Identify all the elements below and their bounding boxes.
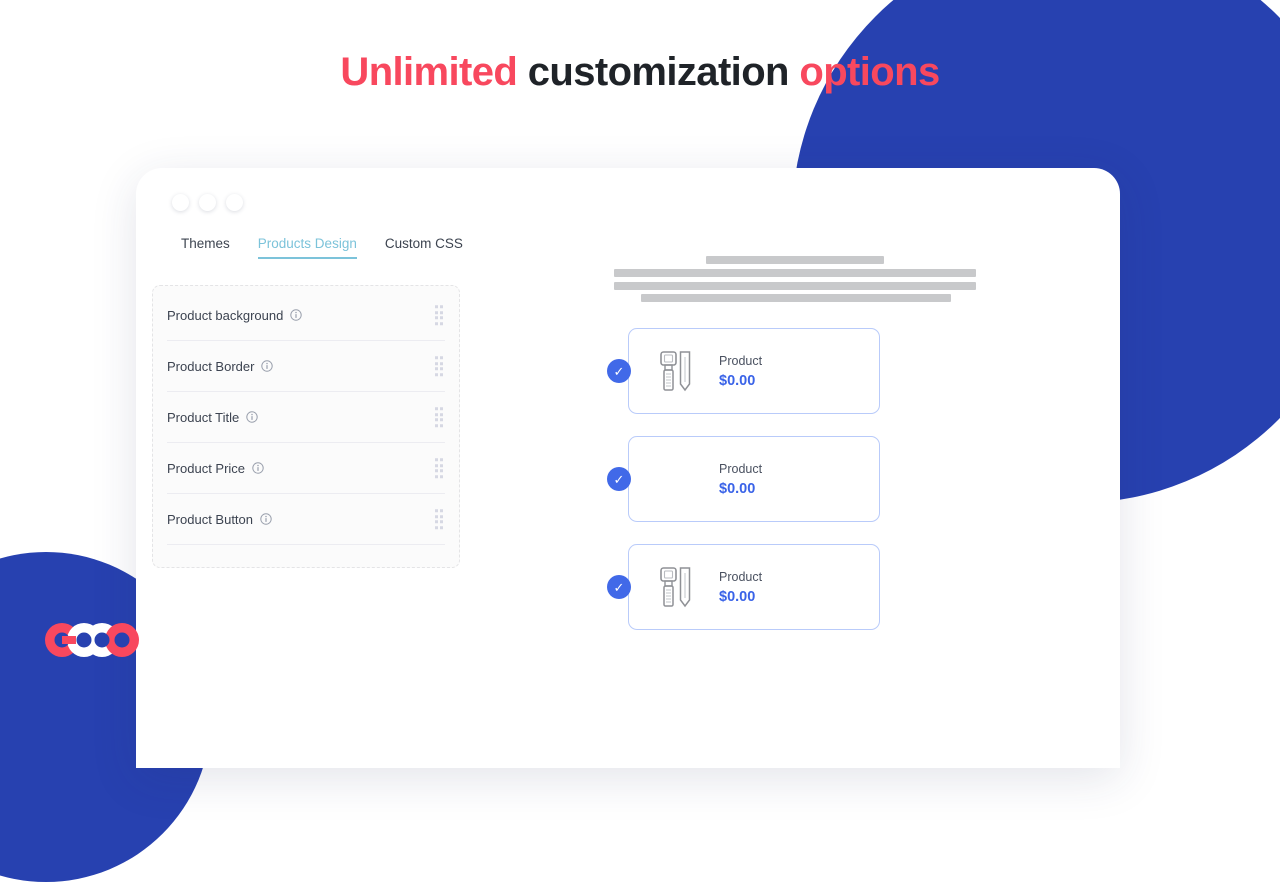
headline-word-unlimited: Unlimited	[340, 50, 518, 94]
tab-themes[interactable]: Themes	[181, 236, 230, 259]
skeleton-placeholder-block	[606, 248, 1026, 306]
drag-handle-icon[interactable]	[434, 305, 443, 325]
product-title: Product	[719, 569, 763, 584]
drag-handle-icon[interactable]	[434, 509, 443, 529]
window-dot-close[interactable]	[172, 194, 189, 211]
tab-custom-css[interactable]: Custom CSS	[385, 236, 463, 259]
info-icon[interactable]	[290, 309, 303, 321]
settings-panel: Product background Product Border Produc…	[152, 285, 460, 568]
product-price: $0.00	[719, 480, 756, 497]
skeleton-bar-1	[706, 256, 884, 264]
window-dot-maximize[interactable]	[226, 194, 243, 211]
product-card[interactable]: ✓ Product $0.00	[607, 328, 880, 414]
product-info: Product $0.00	[719, 462, 762, 497]
drag-handle-icon[interactable]	[434, 356, 443, 376]
setting-label: Product Button	[167, 511, 253, 527]
setting-row-product-background[interactable]: Product background	[167, 290, 445, 341]
live-preview-area: ✓ Product $0.00 ✓ Product $0.00 ✓ Produc…	[606, 248, 1026, 652]
product-thumb-icon	[647, 348, 707, 394]
setting-row-product-title[interactable]: Product Title	[167, 392, 445, 443]
product-info: Product $0.00	[719, 570, 762, 605]
page-headline: Unlimited customization options	[0, 50, 1280, 95]
product-price: $0.00	[719, 372, 756, 389]
info-icon[interactable]	[260, 513, 272, 525]
info-icon[interactable]	[252, 462, 264, 474]
window-controls	[172, 194, 243, 211]
product-thumb-icon	[647, 456, 707, 502]
setting-row-product-border[interactable]: Product Border	[167, 341, 445, 392]
skeleton-bar-4	[641, 294, 951, 302]
window-dot-minimize[interactable]	[199, 194, 216, 211]
drag-handle-icon[interactable]	[434, 407, 443, 427]
drag-handle-icon[interactable]	[434, 458, 443, 478]
product-card[interactable]: ✓ Product $0.00	[607, 544, 880, 630]
product-card-list: ✓ Product $0.00 ✓ Product $0.00 ✓ Produc…	[606, 328, 1026, 630]
tab-products-design[interactable]: Products Design	[257, 236, 357, 259]
browser-window-mockup: Themes Products Design Custom CSS Produc…	[136, 168, 1120, 768]
skeleton-bar-3	[614, 282, 976, 290]
product-title: Product	[719, 461, 763, 476]
brand-logo	[40, 622, 144, 663]
product-info: Product $0.00	[719, 354, 762, 389]
setting-label: Product Border	[167, 358, 255, 374]
setting-row-product-button[interactable]: Product Button	[167, 494, 445, 545]
product-price: $0.00	[719, 588, 756, 605]
check-badge-icon[interactable]: ✓	[607, 467, 631, 491]
tab-bar: Themes Products Design Custom CSS	[181, 236, 463, 259]
headline-word-options: options	[799, 50, 940, 94]
product-title: Product	[719, 353, 763, 368]
info-icon[interactable]	[261, 360, 274, 372]
setting-label: Product Title	[167, 409, 240, 425]
setting-label: Product background	[167, 307, 284, 323]
setting-label: Product Price	[167, 460, 246, 476]
product-thumb-icon	[647, 564, 707, 610]
headline-word-customization: customization	[527, 50, 790, 94]
check-badge-icon[interactable]: ✓	[607, 575, 631, 599]
product-card[interactable]: ✓ Product $0.00	[607, 436, 880, 522]
info-icon[interactable]	[246, 411, 258, 423]
setting-row-product-price[interactable]: Product Price	[167, 443, 445, 494]
check-badge-icon[interactable]: ✓	[607, 359, 631, 383]
skeleton-bar-2	[614, 269, 976, 277]
